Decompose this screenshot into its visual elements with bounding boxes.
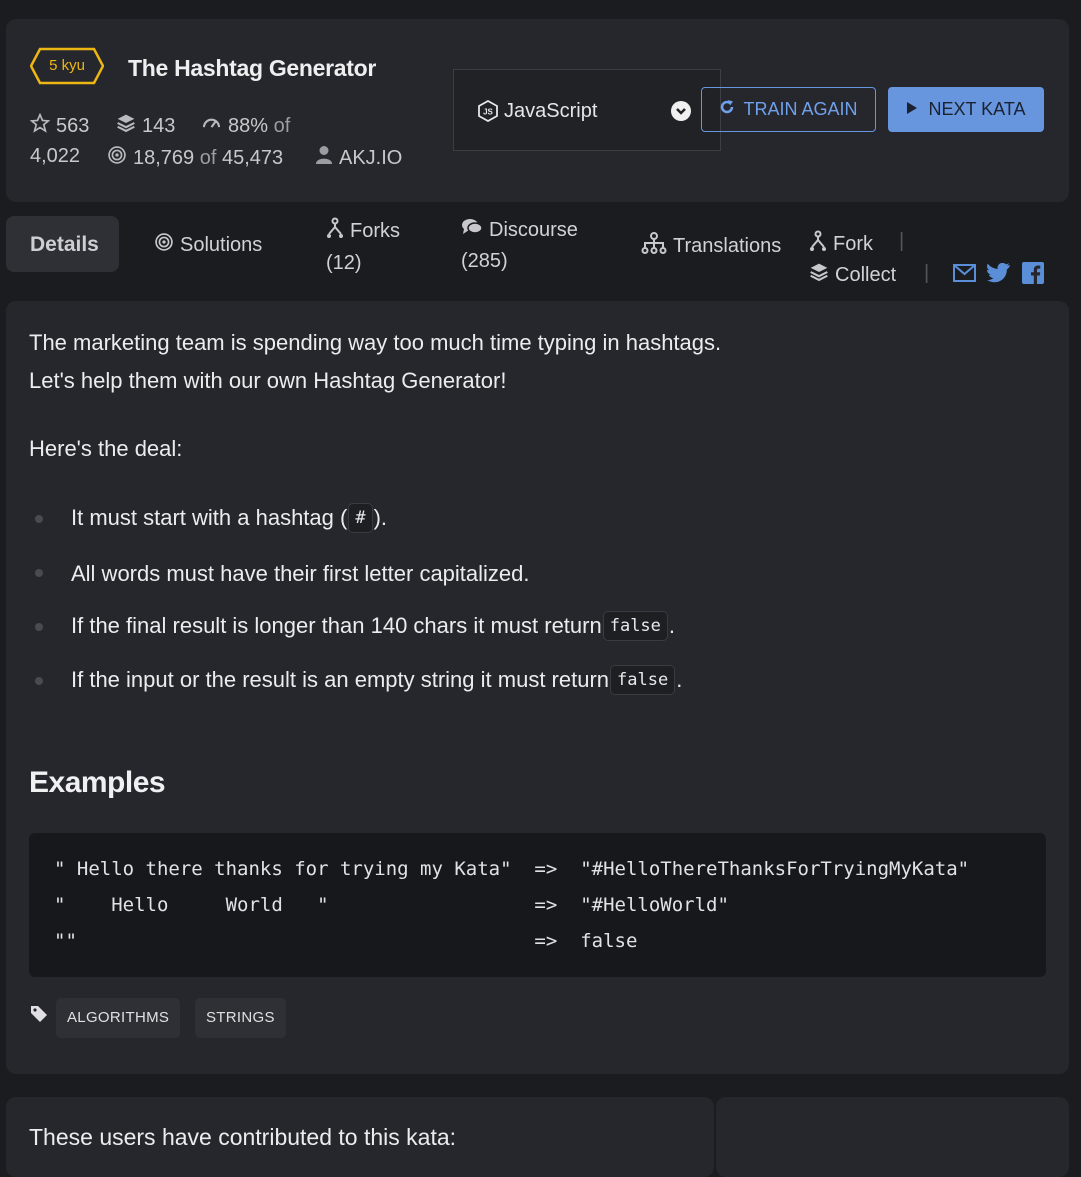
rule-text: . [676,667,683,692]
train-again-button[interactable]: TRAIN AGAIN [701,87,876,132]
tab-details[interactable]: Details [6,216,119,272]
completions-stat: 18,769 of 45,473 [107,145,283,171]
tab-translations[interactable]: Translations [641,232,781,260]
target-icon [154,232,174,258]
nodejs-icon: JS [478,99,498,127]
facebook-icon[interactable] [1022,262,1044,289]
author-name[interactable]: AKJ.IO [339,147,402,170]
rule-item: If the input or the result is an empty s… [71,665,682,695]
tab-forks-count: (12) [326,252,362,274]
collections-count: 143 [142,114,176,137]
rule-text: If the input or the result is an empty s… [71,667,610,692]
votes-count: 4,022 [30,145,81,167]
tab-solutions-label: Solutions [180,233,263,256]
rank-badge: 5 kyu [30,47,104,85]
target-icon [107,145,127,171]
tab-forks[interactable]: Forks (12) [326,217,400,275]
description-paragraph: Let's help them with our own Hashtag Gen… [29,368,507,393]
kata-title: The Hashtag Generator [128,55,377,81]
tag-badge[interactable]: STRINGS [195,998,286,1038]
fork-icon [809,230,827,258]
star-icon [29,112,51,139]
layers-icon [116,113,136,139]
train-again-label: TRAIN AGAIN [743,99,858,119]
rank-label: 5 kyu [49,57,85,74]
twitter-icon[interactable] [987,262,1011,288]
rule-text: All words must have their first letter c… [71,561,530,586]
code-line: " Hello there thanks for trying my Kata"… [54,858,970,880]
of-label-2: of [199,146,217,169]
rule-text: ). [373,505,388,530]
examples-heading: Examples [29,766,166,799]
tab-discourse[interactable]: Discourse (285) [461,217,578,273]
tab-solutions[interactable]: Solutions [154,232,262,258]
rule-text: If the final result is longer than 140 c… [71,613,602,638]
collections-stat[interactable]: 143 [116,113,175,139]
fork-icon [326,217,344,245]
refresh-icon [719,99,735,120]
fork-button[interactable]: Fork [809,230,873,258]
rule-text: It must start with a hashtag ( [71,505,348,530]
collect-label: Collect [835,263,897,286]
user-icon [315,145,333,171]
svg-text:JS: JS [483,108,493,117]
tab-translations-label: Translations [673,234,782,257]
stars-count: 563 [56,114,90,137]
bullet [35,515,43,523]
layers-icon [809,262,829,288]
divider: | [899,230,905,252]
next-kata-label: NEXT KATA [928,99,1026,119]
inline-code: false [602,611,668,641]
votes-stat: 4,022 [30,145,80,168]
description-paragraph: The marketing team is spending way too m… [29,330,722,355]
satisfaction-stat: 88% of [201,113,290,139]
language-select[interactable]: JS JavaScript [453,69,721,151]
description-paragraph: Here's the deal: [29,436,183,461]
side-panel [716,1097,1069,1177]
tab-forks-label: Forks [350,219,400,242]
divider: | [924,262,930,284]
author-stat[interactable]: AKJ.IO [315,145,402,171]
tag-badge[interactable]: ALGORITHMS [56,998,181,1038]
stars-stat[interactable]: 563 [29,112,90,139]
comments-icon [461,217,483,243]
bullet [35,569,43,577]
rule-text: . [668,613,676,638]
code-line: " Hello World " => "#HelloWorld" [54,894,729,916]
contributors-title: These users have contributed to this kat… [29,1124,457,1150]
next-kata-button[interactable]: NEXT KATA [888,87,1044,132]
tab-discourse-count: (285) [461,250,508,272]
tab-details-label: Details [30,233,99,256]
chevron-down-icon [671,101,691,121]
mail-icon[interactable] [953,264,976,287]
completed-count: 18,769 [133,146,195,169]
language-value: JavaScript [504,100,598,122]
bullet [35,623,43,631]
collect-button[interactable]: Collect [809,262,896,288]
tab-discourse-label: Discourse [489,218,578,241]
gauge-icon [201,113,222,139]
of-label: of [273,114,291,137]
tag-icon [30,1005,48,1028]
rule-item: All words must have their first letter c… [71,561,530,587]
satisfaction-percent: 88% [228,114,269,137]
total-attempts: 45,473 [221,146,284,169]
code-line: "" => false [54,930,638,952]
rule-item: It must start with a hashtag (#). [71,503,387,533]
fork-label: Fork [833,232,873,255]
sitemap-icon [641,232,667,260]
bullet [35,677,43,685]
inline-code: false [610,665,676,695]
code-block: " Hello there thanks for trying my Kata"… [29,833,1046,977]
play-icon [906,99,918,120]
rule-item: If the final result is longer than 140 c… [71,611,675,641]
inline-code: # [348,503,373,533]
